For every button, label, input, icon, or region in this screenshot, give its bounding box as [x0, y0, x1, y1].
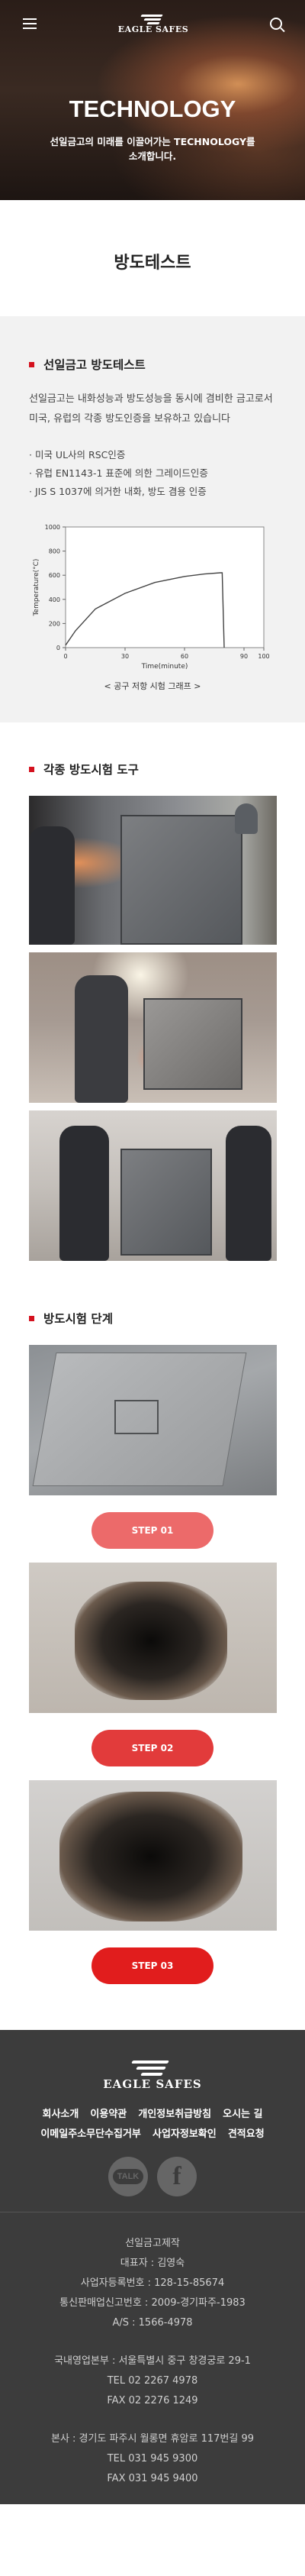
menu-icon[interactable]: [23, 18, 37, 29]
section-heading-text: 각종 방도시험 도구: [43, 763, 139, 777]
y-tick-label: 800: [49, 548, 60, 555]
section-heading-text: 선일금고 방도테스트: [43, 358, 146, 372]
info-line: 대표자 : 김영숙: [120, 2258, 185, 2269]
tool-photo-2: [29, 952, 277, 1103]
bullet-square-icon: [29, 766, 34, 772]
bullet-square-icon: [29, 1315, 34, 1321]
footer: EAGLE SAFES 회사소개 이용약관 개인정보취급방침 오시는 길 이메일…: [0, 2030, 305, 2504]
logo[interactable]: EAGLE SAFES: [118, 14, 188, 34]
info-line: TEL 031 945 9300: [107, 2453, 198, 2464]
footer-link-terms[interactable]: 이용약관: [90, 2105, 127, 2125]
social-links: TALK f: [0, 2157, 305, 2196]
eagle-logo-icon: [126, 2059, 179, 2077]
x-tick-label: 30: [121, 653, 129, 660]
step-photo-3: [29, 1780, 277, 1931]
section-heading: 방도시험 단계: [29, 1310, 276, 1327]
list-item: · JIS S 1037에 의거한 내화, 방도 겸용 인증: [29, 486, 207, 497]
logo-text: EAGLE SAFES: [117, 24, 189, 34]
eagle-logo-icon: [138, 14, 169, 24]
y-tick-label: 200: [49, 620, 60, 627]
info-line: 국내영업본부 : 서울특별시 중구 창경궁로 29-1: [54, 2355, 251, 2367]
footer-links: 회사소개 이용약관 개인정보취급방침 오시는 길 이메일주소무단수집거부 사업자…: [0, 2105, 305, 2145]
y-axis-label: Temperature(°C): [33, 559, 40, 617]
section-steps: 방도시험 단계 STEP 01 STEP 02 STEP 03: [0, 1284, 305, 2030]
step-photo-1: [29, 1345, 277, 1495]
page-title: 방도테스트: [114, 254, 191, 273]
chart-container: 0 200 400 600 800 1000 0 30 60 90 100 Time(minute) T…: [29, 518, 276, 678]
temperature-chart: 0 200 400 600 800 1000 0 30 60 90 100 Time(minute) T…: [33, 524, 270, 671]
list-item: · 미국 UL사의 RSC인증: [29, 449, 126, 461]
hero-subtitle: 선일금고의 미래를 이끌어가는 TECHNOLOGY를 소개합니다.: [50, 136, 255, 162]
x-tick-label: 90: [240, 653, 248, 660]
section-tools: 각종 방도시험 도구: [0, 722, 305, 1284]
info-line: FAX 031 945 9400: [107, 2473, 198, 2484]
info-line: 사업자등록번호 : 128-15-85674: [80, 2277, 225, 2289]
footer-link-directions[interactable]: 오시는 길: [223, 2105, 262, 2125]
info-line: 선일금고제작: [125, 2238, 180, 2249]
list-item: · 유럽 EN1143-1 표준에 의한 그레이드인증: [29, 467, 208, 479]
top-bar: EAGLE SAFES: [0, 0, 305, 47]
footer-link-business-info[interactable]: 사업자정보확인: [152, 2125, 217, 2145]
info-line: FAX 02 2276 1249: [107, 2395, 198, 2406]
x-tick-label: 100: [258, 653, 269, 660]
footer-link-quote[interactable]: 견적요청: [228, 2125, 265, 2145]
hero-title: TECHNOLOGY: [69, 95, 236, 122]
footer-logo[interactable]: EAGLE SAFES: [0, 2059, 305, 2091]
chart-caption: < 공구 저항 시험 그래프 >: [104, 681, 201, 691]
section-description: 선일금고는 내화성능과 방도성능을 동시에 겸비한 금고로서 미국, 유럽의 각…: [29, 393, 273, 425]
info-line: 본사 : 경기도 파주시 월롱면 휴암로 117번길 99: [50, 2433, 255, 2445]
page-title-area: 방도테스트: [0, 200, 305, 316]
step-02-button[interactable]: STEP 02: [92, 1730, 214, 1766]
x-axis-label: Time(minute): [141, 663, 188, 671]
plot-area: [65, 526, 265, 648]
facebook-icon[interactable]: f: [157, 2157, 197, 2196]
section-heading-text: 방도시험 단계: [43, 1312, 113, 1326]
footer-link-privacy[interactable]: 개인정보취급방침: [138, 2105, 211, 2125]
company-info: 선일금고제작 대표자 : 김영숙 사업자등록번호 : 128-15-85674 …: [0, 2234, 305, 2489]
footer-link-email-policy[interactable]: 이메일주소무단수집거부: [40, 2125, 141, 2145]
y-tick-label: 1000: [45, 524, 60, 531]
section-test: 선일금고 방도테스트 선일금고는 내화성능과 방도성능을 동시에 겸비한 금고로…: [0, 316, 305, 722]
section-heading: 각종 방도시험 도구: [29, 761, 276, 777]
y-tick-label: 400: [49, 596, 60, 603]
step-photo-2: [29, 1563, 277, 1713]
step-03-button[interactable]: STEP 03: [92, 1947, 214, 1984]
x-tick-label: 0: [63, 653, 67, 660]
footer-link-about[interactable]: 회사소개: [42, 2105, 79, 2125]
cert-list: · 미국 UL사의 RSC인증 · 유럽 EN1143-1 표준에 의한 그레이…: [29, 446, 276, 501]
hero-banner: EAGLE SAFES TECHNOLOGY 선일금고의 미래를 이끌어가는 T…: [0, 0, 305, 200]
y-tick-label: 600: [49, 572, 60, 579]
bullet-square-icon: [29, 361, 34, 367]
footer-logo-text: EAGLE SAFES: [103, 2077, 202, 2091]
y-tick-label: 0: [56, 645, 60, 651]
info-line: A/S : 1566-4978: [112, 2317, 193, 2329]
kakao-talk-icon[interactable]: TALK: [108, 2157, 148, 2196]
tool-photo-1: [29, 796, 277, 945]
info-line: 통신판매업신고번호 : 2009-경기파주-1983: [59, 2297, 246, 2309]
search-icon[interactable]: [269, 18, 282, 30]
section-heading: 선일금고 방도테스트: [29, 356, 276, 373]
tool-photo-3: [29, 1110, 277, 1261]
step-01-button[interactable]: STEP 01: [92, 1512, 214, 1549]
info-line: TEL 02 2267 4978: [107, 2375, 198, 2387]
x-tick-label: 60: [181, 653, 188, 660]
